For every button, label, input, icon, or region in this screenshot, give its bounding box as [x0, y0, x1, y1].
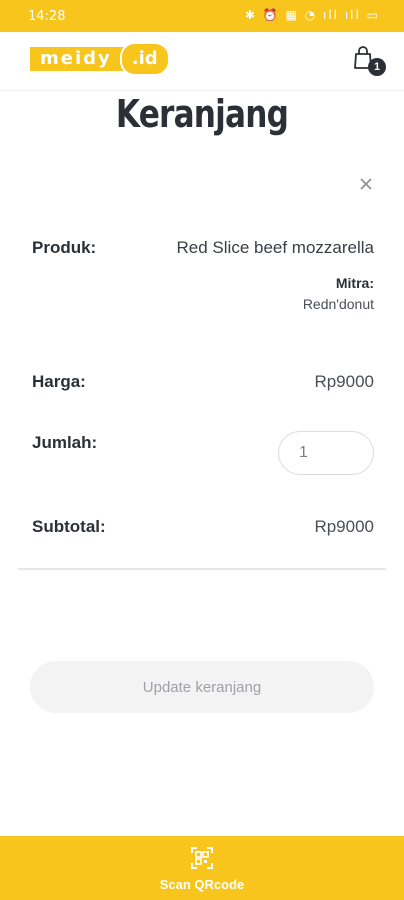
- quantity-label: Jumlah:: [32, 433, 98, 452]
- cart-count-badge: 1: [368, 58, 386, 76]
- page-title: Keranjang: [115, 92, 289, 136]
- subtotal-label: Subtotal:: [32, 517, 106, 536]
- quantity-input[interactable]: [278, 431, 374, 475]
- product-name: Red Slice beef mozzarella: [176, 238, 374, 257]
- brand-logo[interactable]: meidy .id: [30, 42, 170, 76]
- price-value: Rp9000: [314, 372, 374, 391]
- mitra-name: Redn'donut: [302, 296, 374, 312]
- mitra-label: Mitra:: [335, 275, 374, 291]
- price-label: Harga:: [32, 372, 86, 391]
- remove-item-button[interactable]: [356, 174, 376, 194]
- status-icons: ✱ ⏰ ▦ ◔ ıll ıll ▭: [244, 8, 380, 22]
- status-time: 14:28: [28, 9, 66, 24]
- scan-qr-button[interactable]: [190, 846, 214, 870]
- qr-scan-icon: [191, 847, 213, 869]
- update-cart-button[interactable]: Update keranjang: [30, 661, 374, 713]
- logo-text: meidy: [30, 47, 124, 71]
- close-icon: [360, 178, 372, 190]
- subtotal-value: Rp9000: [314, 517, 374, 536]
- scan-qr-label[interactable]: Scan QRcode: [0, 877, 404, 892]
- status-bar: 14:28 ✱ ⏰ ▦ ◔ ıll ıll ▭: [0, 0, 404, 32]
- app-header: meidy .id 1: [0, 32, 404, 91]
- bottom-nav: Scan QRcode: [0, 836, 404, 900]
- product-label: Produk:: [32, 238, 97, 257]
- divider: [18, 568, 386, 570]
- cart-button[interactable]: 1: [352, 46, 386, 76]
- logo-suffix: .id: [119, 42, 170, 76]
